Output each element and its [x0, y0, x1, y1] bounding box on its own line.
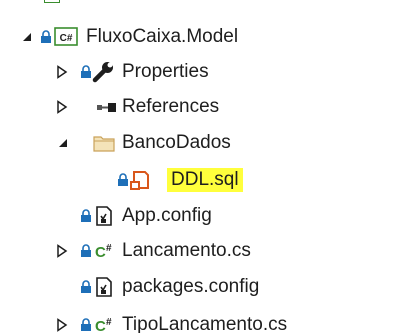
config-file-icon — [96, 206, 112, 226]
svg-text:C: C — [95, 244, 106, 261]
tree-item-properties[interactable]: Properties — [0, 55, 411, 89]
expanded-arrow-icon[interactable] — [56, 136, 70, 150]
tree-item-label: TipoLancamento.cs — [122, 314, 288, 333]
svg-text:#: # — [106, 317, 112, 328]
csharp-file-icon: C # — [95, 317, 112, 333]
collapsed-arrow-icon[interactable] — [55, 318, 69, 332]
csharp-project-icon: C# — [54, 27, 78, 46]
tree-item-label: BancoDados — [122, 132, 231, 153]
expanded-arrow-icon[interactable] — [20, 30, 34, 44]
tree-item-references[interactable]: References — [0, 90, 411, 124]
lock-icon — [81, 318, 91, 331]
sql-file-icon — [130, 171, 149, 190]
lock-icon — [118, 173, 128, 186]
references-icon — [97, 103, 116, 112]
tree-item-fluxocaixa-model[interactable]: C# FluxoCaixa.Model — [0, 20, 411, 54]
collapsed-arrow-icon[interactable] — [55, 100, 69, 114]
svg-text:C: C — [95, 318, 106, 333]
config-file-icon — [96, 277, 112, 297]
tree-item-label: Properties — [122, 61, 209, 82]
svg-text:C#: C# — [60, 33, 73, 44]
tree-item-label: References — [122, 96, 220, 117]
csharp-file-icon: C # — [95, 243, 112, 261]
tree-item-label: App.config — [122, 205, 212, 226]
collapsed-arrow-icon[interactable] — [55, 244, 69, 258]
lock-icon — [81, 209, 91, 222]
partial-item-icon — [44, 0, 60, 3]
tree-item-label: DDL.sql — [167, 168, 243, 192]
collapsed-arrow-icon[interactable] — [55, 65, 69, 79]
lock-icon — [81, 280, 91, 293]
tree-item-label: Lancamento.cs — [122, 240, 251, 261]
lock-icon — [41, 30, 51, 43]
tree-item-ddl-sql[interactable]: DDL.sql — [0, 163, 411, 197]
solution-explorer-tree: C# FluxoCaixa.Model Properties Reference… — [0, 0, 411, 333]
lock-icon — [81, 65, 91, 78]
svg-text:#: # — [106, 243, 112, 254]
tree-item-tipolancamento-cs[interactable]: C # TipoLancamento.cs — [0, 308, 411, 333]
tree-item-lancamento-cs[interactable]: C # Lancamento.cs — [0, 234, 411, 268]
wrench-icon — [92, 62, 113, 83]
folder-icon — [93, 136, 115, 152]
tree-item-bancodados[interactable]: BancoDados — [0, 126, 411, 160]
lock-icon — [81, 244, 91, 257]
tree-item-label: packages.config — [122, 276, 260, 297]
tree-item-label: FluxoCaixa.Model — [86, 26, 239, 47]
tree-item-app-config[interactable]: App.config — [0, 199, 411, 233]
tree-item-packages-config[interactable]: packages.config — [0, 270, 411, 304]
